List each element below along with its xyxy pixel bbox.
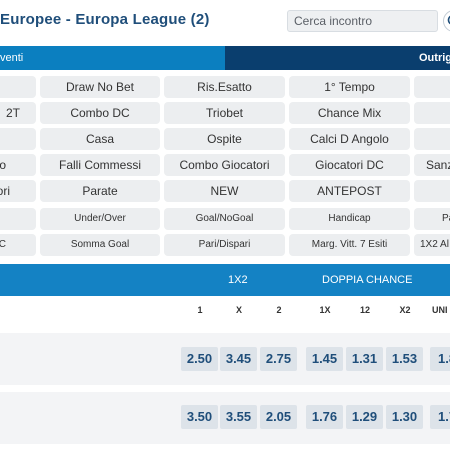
filter-ris-esatto[interactable]: Ris.Esatto bbox=[164, 76, 285, 98]
market-doppia-chance-label: DOPPIA CHANCE bbox=[322, 274, 413, 286]
filter-button[interactable] bbox=[414, 102, 450, 124]
top-bar: Europee - Europa League (2) bbox=[0, 0, 450, 44]
search-box[interactable] bbox=[287, 10, 438, 32]
column-header: 12 bbox=[359, 305, 370, 315]
filter-button[interactable]: o bbox=[0, 154, 36, 176]
filter-button[interactable]: C bbox=[0, 234, 36, 256]
filter-antepost[interactable]: ANTEPOST bbox=[289, 180, 410, 202]
filter-handicap[interactable]: Handicap bbox=[289, 208, 410, 230]
filter-button[interactable] bbox=[0, 76, 36, 98]
tab-bar: venti Outrig bbox=[0, 46, 450, 70]
odd-under[interactable]: 1.7 bbox=[430, 405, 450, 429]
filter-2t[interactable]: 2T bbox=[0, 102, 36, 124]
odd-2[interactable]: 2.75 bbox=[260, 347, 297, 371]
filter-button[interactable] bbox=[414, 76, 450, 98]
filter-combo-dc[interactable]: Combo DC bbox=[40, 102, 160, 124]
tab-outright[interactable]: Outrig bbox=[225, 46, 450, 70]
odd-x2[interactable]: 1.30 bbox=[386, 405, 423, 429]
search-input[interactable] bbox=[288, 11, 437, 31]
odd-x[interactable]: 3.45 bbox=[220, 347, 257, 371]
column-header: 1 bbox=[197, 305, 203, 315]
odd-x[interactable]: 3.55 bbox=[220, 405, 257, 429]
filter-button[interactable]: ori bbox=[0, 180, 36, 202]
filter-parate[interactable]: Parate bbox=[40, 180, 160, 202]
search-icon bbox=[447, 15, 450, 25]
odd-12[interactable]: 1.29 bbox=[346, 405, 383, 429]
odd-1[interactable]: 3.50 bbox=[181, 405, 218, 429]
filter-margine-vittoria[interactable]: Marg. Vitt. 7 Esiti bbox=[289, 234, 410, 256]
filter-button[interactable]: Sanz bbox=[414, 154, 450, 176]
filter-primo-tempo[interactable]: 1° Tempo bbox=[289, 76, 410, 98]
filter-chance-mix[interactable]: Chance Mix bbox=[289, 102, 410, 124]
filter-button[interactable] bbox=[0, 128, 36, 150]
filter-button[interactable] bbox=[414, 128, 450, 150]
filter-casa[interactable]: Casa bbox=[40, 128, 160, 150]
page-title: Europee - Europa League (2) bbox=[0, 11, 210, 28]
column-header: 1X bbox=[319, 305, 331, 315]
search-button[interactable] bbox=[443, 10, 450, 32]
filter-calci-d-angolo[interactable]: Calci D Angolo bbox=[289, 128, 410, 150]
filter-ospite[interactable]: Ospite bbox=[164, 128, 285, 150]
tab-events[interactable]: venti bbox=[0, 46, 225, 70]
filter-combo-giocatori[interactable]: Combo Giocatori bbox=[164, 154, 285, 176]
odd-x2[interactable]: 1.53 bbox=[386, 347, 423, 371]
filter-new[interactable]: NEW bbox=[164, 180, 285, 202]
column-header: UNI bbox=[432, 305, 448, 315]
filter-1x2-al[interactable]: 1X2 Al bbox=[414, 234, 450, 256]
odd-1x[interactable]: 1.45 bbox=[306, 347, 343, 371]
filter-goal-nogoal[interactable]: Goal/NoGoal bbox=[164, 208, 285, 230]
filter-under-over[interactable]: Under/Over bbox=[40, 208, 160, 230]
filter-giocatori-dc[interactable]: Giocatori DC bbox=[289, 154, 410, 176]
odd-12[interactable]: 1.31 bbox=[346, 347, 383, 371]
market-header: 1X2 DOPPIA CHANCE bbox=[0, 264, 450, 296]
odd-1x[interactable]: 1.76 bbox=[306, 405, 343, 429]
odd-2[interactable]: 2.05 bbox=[260, 405, 297, 429]
filter-falli-commessi[interactable]: Falli Commessi bbox=[40, 154, 160, 176]
tab-outright-label: Outrig bbox=[419, 52, 450, 64]
odd-1[interactable]: 2.50 bbox=[181, 347, 218, 371]
odd-under[interactable]: 1.8 bbox=[430, 347, 450, 371]
market-1x2-label: 1X2 bbox=[228, 274, 248, 286]
filter-button[interactable]: Pa bbox=[414, 208, 450, 230]
column-header: X2 bbox=[399, 305, 411, 315]
filter-draw-no-bet[interactable]: Draw No Bet bbox=[40, 76, 160, 98]
column-header: 2 bbox=[276, 305, 282, 315]
filter-pari-dispari[interactable]: Pari/Dispari bbox=[164, 234, 285, 256]
filter-button[interactable] bbox=[414, 180, 450, 202]
column-header: X bbox=[235, 305, 242, 315]
filter-triobet[interactable]: Triobet bbox=[164, 102, 285, 124]
filter-button[interactable] bbox=[0, 208, 36, 230]
filter-somma-goal[interactable]: Somma Goal bbox=[40, 234, 160, 256]
